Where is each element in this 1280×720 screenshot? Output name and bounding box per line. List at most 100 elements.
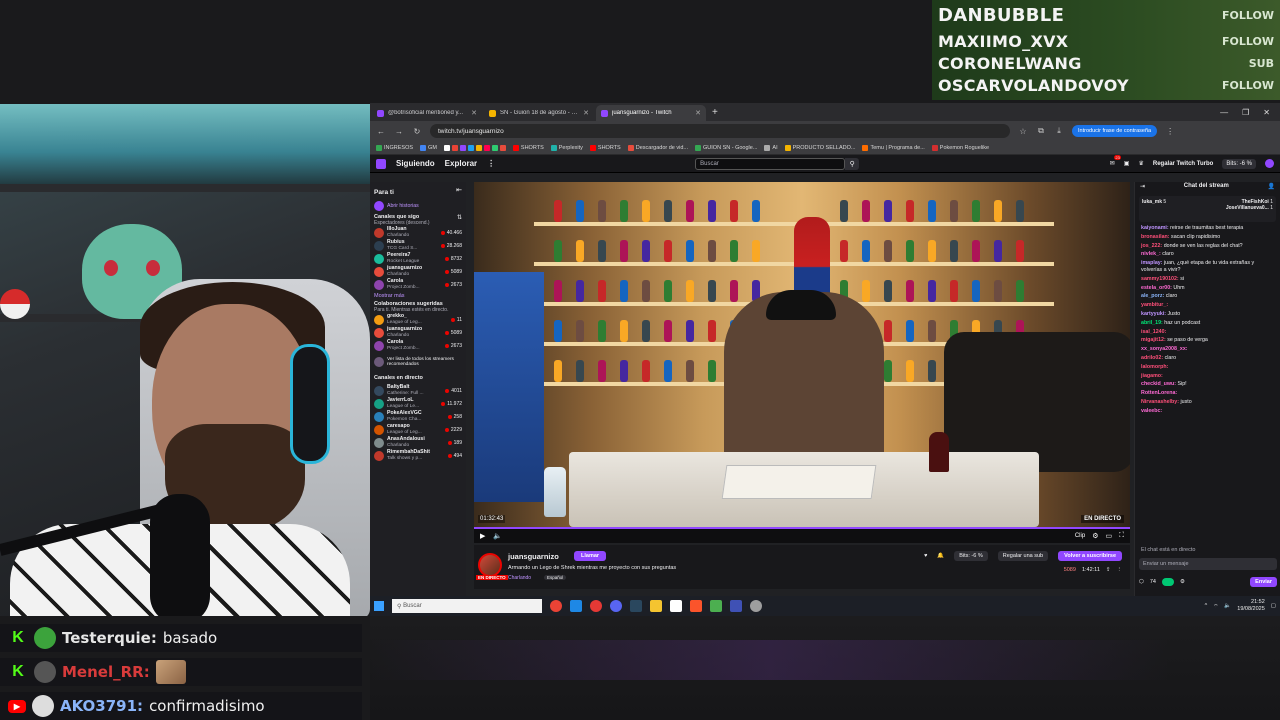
url-input[interactable]: twitch.tv/juansguarnizo	[430, 124, 1010, 138]
fullscreen-icon[interactable]: ⛶	[1119, 532, 1124, 540]
chat-username[interactable]: kaiyonami:	[1141, 225, 1169, 231]
bookmark-item[interactable]: Temu | Programa de...	[862, 144, 925, 151]
bookmark-item[interactable]: GM	[420, 144, 437, 151]
bookmark-item[interactable]: INGRESOS	[376, 144, 413, 151]
more-icon[interactable]: ⋮	[1117, 567, 1123, 573]
language-tag[interactable]: Español	[544, 575, 567, 580]
close-icon[interactable]: ✕	[583, 109, 589, 117]
collapse-chat-icon[interactable]: ⇥	[1140, 183, 1145, 193]
channel-name[interactable]: juansguarnizo	[508, 552, 559, 561]
obs-icon[interactable]	[750, 600, 762, 612]
brave-icon[interactable]	[690, 600, 702, 612]
sidebar-channel[interactable]: caresapo League of Leg... 2229	[374, 423, 462, 436]
bits-button[interactable]: Bits: -6 %	[954, 551, 988, 561]
settings-icon[interactable]: ⚙	[1092, 532, 1098, 540]
chat-username[interactable]: migajit12:	[1141, 337, 1166, 343]
chat-username[interactable]: valeebc:	[1141, 408, 1162, 414]
sidebar-channel[interactable]: Peereira7 Rocket League 8732	[374, 252, 462, 265]
sidebar-channel[interactable]: RimembahDaShit Talk shows y p... 494	[374, 449, 462, 462]
sidebar-channel[interactable]: AnasAndalousi Charlando 189	[374, 436, 462, 449]
chat-username[interactable]: bronasilan:	[1141, 234, 1170, 240]
chat-username[interactable]: ale_porz:	[1141, 293, 1164, 299]
windows-start-icon[interactable]	[374, 601, 384, 611]
bell-icon[interactable]: 🔔	[937, 553, 944, 559]
close-icon[interactable]: ✕	[695, 109, 701, 117]
app-icon[interactable]	[570, 600, 582, 612]
sidebar-channel[interactable]: IlloJuan Charlando 40.466	[374, 226, 462, 239]
speaker-icon[interactable]: 🔈	[1224, 603, 1231, 609]
nav-explore[interactable]: Explorar	[445, 159, 477, 168]
twitch-logo-icon[interactable]	[376, 158, 386, 169]
sidebar-channel[interactable]: Carola Project Zomb... 2673	[374, 339, 462, 352]
chat-username[interactable]: lalomorph:	[1141, 364, 1168, 370]
close-icon[interactable]: ✕	[471, 109, 477, 117]
volume-icon[interactable]: 🔈	[493, 532, 502, 540]
chat-username[interactable]: Nirvanashelby:	[1141, 399, 1179, 405]
taskbar-search[interactable]: ⚲ Buscar	[392, 599, 542, 613]
sidebar-channel[interactable]: JavierrLoL League of Le... 11.972	[374, 397, 462, 410]
sidebar-channel[interactable]: Rubius TCG Card S... 28.268	[374, 239, 462, 252]
bookmark-item[interactable]: PRODUCTO SELLADO...	[784, 144, 855, 151]
bookmark-item[interactable]: SHORTS	[512, 144, 544, 151]
theatre-icon[interactable]: ▭	[1105, 532, 1112, 540]
sidebar-channel[interactable]: juansguarnizo Charlando 5089	[374, 265, 462, 278]
search-icon[interactable]: ⚲	[845, 157, 860, 170]
call-button[interactable]: Llamar	[574, 551, 607, 561]
tray-chevron-icon[interactable]: ^	[1205, 603, 1208, 609]
gift-leaderboard[interactable]: luka_mk 5 TheFishKoi 1 JoseVillanueva0..…	[1139, 196, 1276, 222]
chat-username[interactable]: jos_222:	[1141, 243, 1162, 249]
chat-input[interactable]: Enviar un mensaje	[1139, 558, 1277, 570]
sidebar-channel[interactable]: juansguarnizo Charlando 5089	[374, 326, 462, 339]
collapse-icon[interactable]: ⇤	[456, 186, 462, 199]
heart-icon[interactable]: ♥	[924, 553, 927, 559]
close-window-icon[interactable]: ✕	[1263, 108, 1270, 117]
chat-username[interactable]: checkid_uwu:	[1141, 381, 1176, 387]
chat-username[interactable]: nivlek_:	[1141, 251, 1161, 257]
minimize-icon[interactable]: —	[1220, 108, 1228, 117]
notifications-icon[interactable]: ✉ 23	[1110, 155, 1121, 167]
sidebar-channel[interactable]: PokeAlexVGC Pokemon Cha... 258	[374, 410, 462, 423]
new-tab-button[interactable]: +	[712, 107, 718, 118]
turbo-button[interactable]: Regalar Twitch Turbo	[1153, 161, 1213, 167]
recommended-all-link[interactable]: Ver lista de todos los streamers recomen…	[374, 352, 462, 372]
steam-icon[interactable]	[630, 600, 642, 612]
chat-username[interactable]: RottenLorena:	[1141, 390, 1177, 396]
bits-button[interactable]: Bits: -6 %	[1222, 158, 1256, 169]
chat-username[interactable]: abril_19:	[1141, 320, 1163, 326]
maximize-icon[interactable]: ❐	[1242, 108, 1249, 117]
crown-icon[interactable]: ♛	[1138, 160, 1143, 167]
sidebar-channel[interactable]: grekko_ League of Leg... 11	[374, 313, 462, 326]
notepad-icon[interactable]	[670, 600, 682, 612]
menu-icon[interactable]: ⋮	[1165, 127, 1175, 136]
chat-username[interactable]: jiagamo:	[1141, 373, 1163, 379]
notification-center-icon[interactable]: ▢	[1271, 603, 1276, 609]
nav-following[interactable]: Siguiendo	[396, 159, 435, 168]
chat-username[interactable]: isal_1240:	[1141, 329, 1166, 335]
points-claim-icon[interactable]	[1161, 578, 1174, 586]
gift-sub-button[interactable]: Regalar una sub	[997, 551, 1049, 561]
inbox-icon[interactable]: ▣	[1124, 160, 1130, 167]
chat-username[interactable]: adrilo02:	[1141, 355, 1163, 361]
browser-tab-active[interactable]: juansguarnizo - Twitch ✕	[596, 105, 706, 121]
channel-points-icon[interactable]: ⬡	[1139, 579, 1144, 585]
search-input[interactable]: Buscar	[695, 157, 846, 170]
chat-username[interactable]: sammy190102:	[1141, 276, 1179, 282]
browser-tab[interactable]: SN - Guion 18 de agosto - Pre... ✕	[484, 105, 594, 121]
discord-icon[interactable]	[610, 600, 622, 612]
bookmark-item[interactable]: SHORTS	[589, 144, 621, 151]
chat-username[interactable]: estela_or00:	[1141, 285, 1172, 291]
stream-category[interactable]: Charlando	[508, 575, 531, 581]
play-icon[interactable]: ▶	[480, 532, 485, 540]
forward-icon[interactable]: →	[394, 127, 404, 136]
clock[interactable]: 21:52 19/08/2025	[1237, 599, 1265, 613]
video-player[interactable]: 01:32:43 EN DIRECTO	[474, 182, 1130, 527]
bookmark-item[interactable]: Descargador de vid...	[627, 144, 688, 151]
resubscribe-button[interactable]: Volver a suscribirse	[1058, 551, 1122, 561]
stories-button[interactable]: Abrir historias	[374, 199, 462, 212]
download-icon[interactable]: ⤓	[1054, 126, 1064, 136]
network-icon[interactable]: ⌔	[1213, 603, 1218, 610]
settings-icon[interactable]: ⚙	[1180, 579, 1185, 585]
channel-avatar[interactable]	[478, 553, 502, 577]
share-icon[interactable]: ⇪	[1106, 567, 1111, 573]
folder-icon[interactable]	[650, 600, 662, 612]
